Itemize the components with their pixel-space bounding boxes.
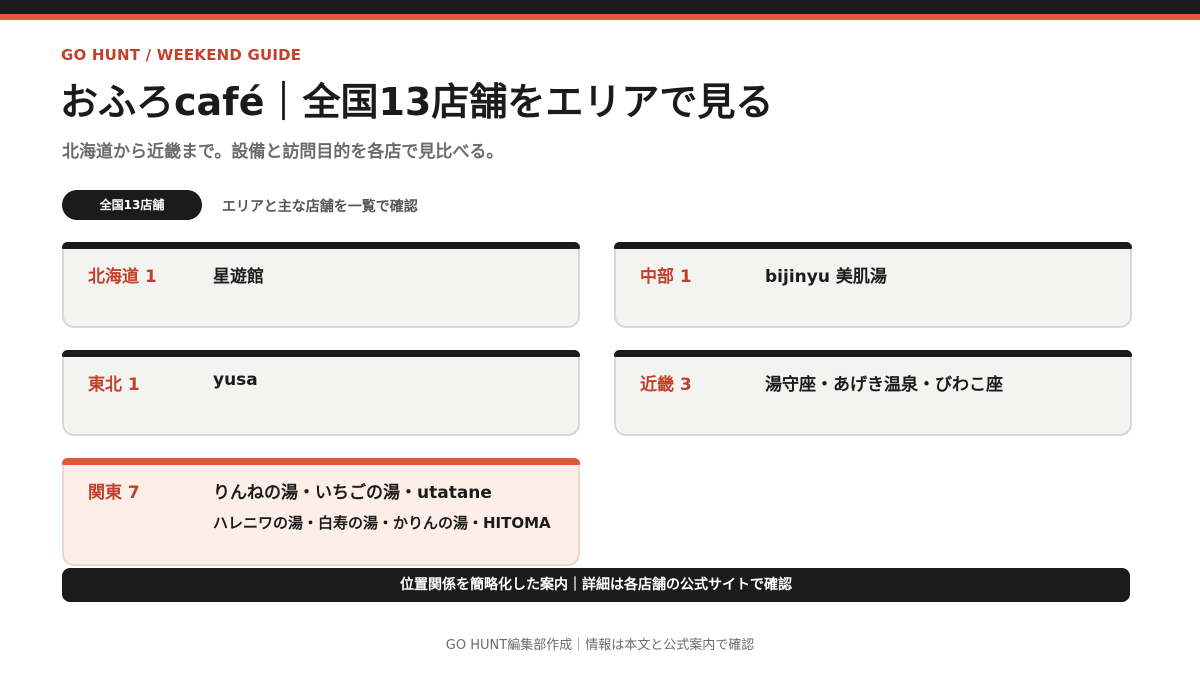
area-stores-line-2: ハレニワの湯・白寿の湯・かりんの湯・HITOMA xyxy=(213,514,551,532)
top-bar xyxy=(0,0,1200,14)
notice-bar: 位置関係を簡略化した案内｜詳細は各店舗の公式サイトで確認 xyxy=(62,568,1130,602)
area-stores: 湯守座・あげき温泉・びわこ座 xyxy=(765,375,1003,395)
area-card-kinki: 近畿 3 湯守座・あげき温泉・びわこ座 xyxy=(614,350,1132,436)
footer-credit: GO HUNT編集部作成｜情報は本文と公式案内で確認 xyxy=(445,638,755,653)
area-card-kanto: 関東 7 りんねの湯・いちごの湯・utatane ハレニワの湯・白寿の湯・かりん… xyxy=(62,458,580,566)
area-stores: yusa xyxy=(213,370,258,390)
kicker: GO HUNT / WEEKEND GUIDE xyxy=(61,46,302,64)
area-label: 中部 1 xyxy=(640,267,692,287)
area-label: 近畿 3 xyxy=(640,375,692,395)
area-stores: 星遊館 xyxy=(213,267,264,287)
page-subtitle: 北海道から近畿まで。設備と訪問目的を各店で見比べる。 xyxy=(62,142,504,162)
top-bar-accent xyxy=(0,14,1200,20)
area-stores: りんねの湯・いちごの湯・utatane xyxy=(213,483,492,503)
summary-note: エリアと主な店舗を一覧で確認 xyxy=(222,199,418,215)
store-count-badge: 全国13店舗 xyxy=(62,190,202,220)
area-label: 北海道 1 xyxy=(88,267,157,287)
area-card-chubu: 中部 1 bijinyu 美肌湯 xyxy=(614,242,1132,328)
area-stores: bijinyu 美肌湯 xyxy=(765,267,887,287)
area-card-hokkaido: 北海道 1 星遊館 xyxy=(62,242,580,328)
area-label: 東北 1 xyxy=(88,375,140,395)
area-label: 関東 7 xyxy=(88,483,140,503)
area-card-tohoku: 東北 1 yusa xyxy=(62,350,580,436)
page-title: おふろcafé｜全国13店舗をエリアで見る xyxy=(60,80,774,124)
